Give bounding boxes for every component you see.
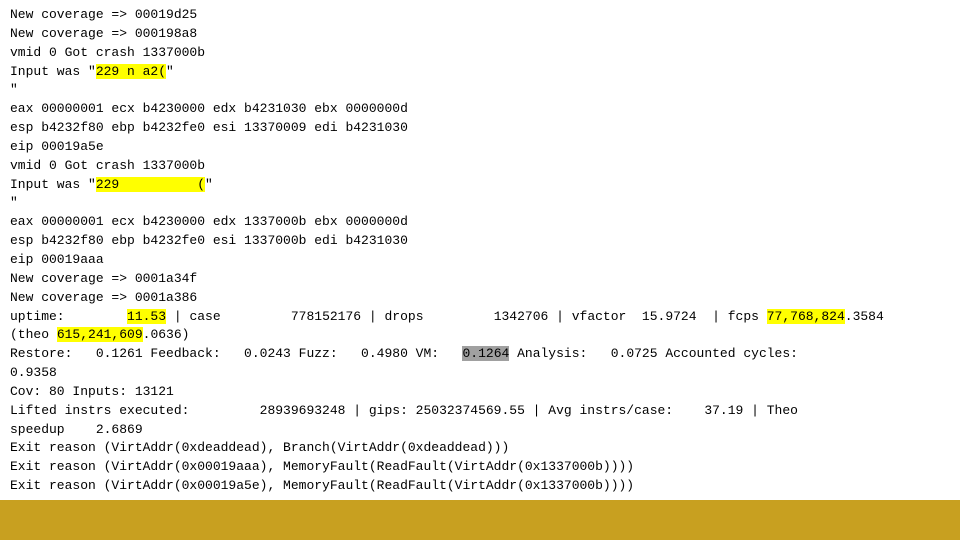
terminal-text: New coverage => 0001a386 (10, 290, 197, 305)
terminal-text: Cov: 80 Inputs: 13121 (10, 384, 174, 399)
terminal-text: eip 00019aaa (10, 252, 104, 267)
terminal-text: New coverage => 00019d25 (10, 7, 197, 22)
terminal-line: Exit reason (VirtAddr(0xdeaddead), Branc… (10, 439, 950, 458)
bottom-bar (0, 500, 960, 540)
terminal-line: Exit reason (VirtAddr(0x00019aaa), Memor… (10, 458, 950, 477)
terminal-text: .3584 (845, 309, 884, 324)
terminal-line: " (10, 81, 950, 100)
terminal-text: speedup 2.6869 (10, 422, 143, 437)
terminal-text: 229 n a2( (96, 64, 166, 79)
terminal-line: speedup 2.6869 (10, 421, 950, 440)
terminal-text: 0.9358 (10, 365, 57, 380)
terminal-line: eip 00019a5e (10, 138, 950, 157)
terminal-text: eax 00000001 ecx b4230000 edx 1337000b e… (10, 214, 408, 229)
terminal-line: 0.9358 (10, 364, 950, 383)
terminal-text: 0.1264 (462, 346, 509, 361)
terminal-line: eip 00019aaa (10, 251, 950, 270)
terminal-line: (theo 615,241,609.0636) (10, 326, 950, 345)
terminal-output: New coverage => 00019d25 New coverage => … (0, 0, 960, 500)
terminal-line: vmid 0 Got crash 1337000b (10, 44, 950, 63)
terminal-line: Restore: 0.1261 Feedback: 0.0243 Fuzz: 0… (10, 345, 950, 364)
terminal-line: Exit reason (VirtAddr(0x00019a5e), Memor… (10, 477, 950, 496)
terminal-text: New coverage => 000198a8 (10, 26, 197, 41)
terminal-line: New coverage => 0001a386 (10, 289, 950, 308)
terminal-text: esp b4232f80 ebp b4232fe0 esi 1337000b e… (10, 233, 408, 248)
terminal-text: Input was " (10, 64, 96, 79)
terminal-line: Input was "229 n a2(" (10, 63, 950, 82)
terminal-text: Analysis: 0.0725 Accounted cycles: (509, 346, 798, 361)
terminal-text: uptime: (10, 309, 127, 324)
terminal-text: | case 778152176 | drops 1342706 | vfact… (166, 309, 767, 324)
terminal-line: Cov: 80 Inputs: 13121 (10, 383, 950, 402)
terminal-text: " (10, 82, 18, 97)
terminal-line: eax 00000001 ecx b4230000 edx 1337000b e… (10, 213, 950, 232)
terminal-text: " (205, 177, 213, 192)
terminal-line: eax 00000001 ecx b4230000 edx b4231030 e… (10, 100, 950, 119)
terminal-text: Lifted instrs executed: 28939693248 | gi… (10, 403, 798, 418)
terminal-text: 229 ( (96, 177, 205, 192)
terminal-text: vmid 0 Got crash 1337000b (10, 158, 205, 173)
terminal-text: Exit reason (VirtAddr(0x00019a5e), Memor… (10, 478, 634, 493)
terminal-line: esp b4232f80 ebp b4232fe0 esi 1337000b e… (10, 232, 950, 251)
terminal-line: esp b4232f80 ebp b4232fe0 esi 13370009 e… (10, 119, 950, 138)
terminal-text: 11.53 (127, 309, 166, 324)
terminal-text: Exit reason (VirtAddr(0xdeaddead), Branc… (10, 440, 509, 455)
terminal-text: 77,768,824 (767, 309, 845, 324)
terminal-line: New coverage => 0001a34f (10, 270, 950, 289)
terminal-text: Restore: 0.1261 Feedback: 0.0243 Fuzz: 0… (10, 346, 462, 361)
terminal-line: Input was "229 (" (10, 176, 950, 195)
terminal-text: .0636) (143, 327, 190, 342)
terminal-text: 615,241,609 (57, 327, 143, 342)
terminal-line: vmid 0 Got crash 1337000b (10, 157, 950, 176)
terminal-text: (theo (10, 327, 57, 342)
terminal-text: Input was " (10, 177, 96, 192)
terminal-text: eax 00000001 ecx b4230000 edx b4231030 e… (10, 101, 408, 116)
terminal-line: New coverage => 00019d25 (10, 6, 950, 25)
terminal-text: " (10, 195, 18, 210)
terminal-text: " (166, 64, 174, 79)
terminal-line: New coverage => 000198a8 (10, 25, 950, 44)
terminal-line: uptime: 11.53 | case 778152176 | drops 1… (10, 308, 950, 327)
terminal-text: New coverage => 0001a34f (10, 271, 197, 286)
terminal-text: Exit reason (VirtAddr(0x00019aaa), Memor… (10, 459, 634, 474)
terminal-text: vmid 0 Got crash 1337000b (10, 45, 205, 60)
terminal-line: Lifted instrs executed: 28939693248 | gi… (10, 402, 950, 421)
terminal-text: eip 00019a5e (10, 139, 104, 154)
terminal-line: " (10, 194, 950, 213)
terminal-text: esp b4232f80 ebp b4232fe0 esi 13370009 e… (10, 120, 408, 135)
